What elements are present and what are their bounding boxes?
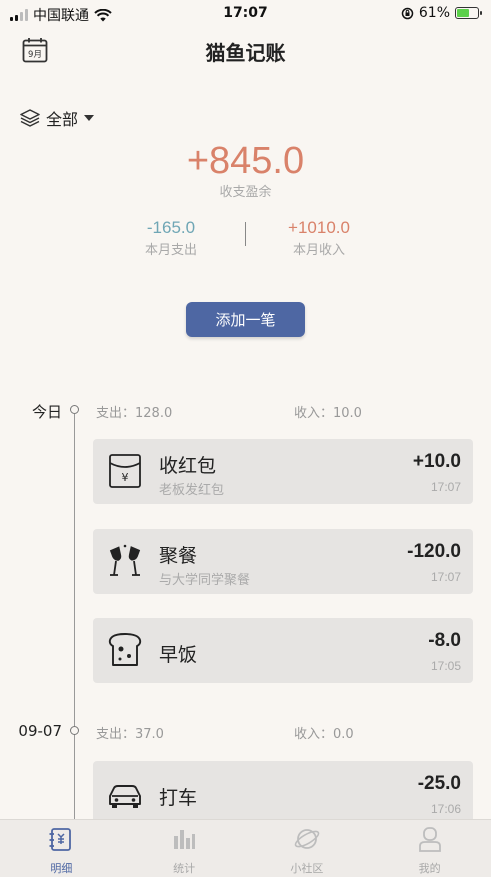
record-title: 早饭 [159,644,198,666]
balance-label: 收支盈余 [219,185,272,200]
tab-stats[interactable]: 统计 [123,820,246,877]
balance-amount: +845.0 [186,140,305,182]
record-item[interactable]: ¥ 收红包 老板发红包 +10.0 17:07 [93,439,473,504]
user-icon [418,827,441,852]
record-note: 老板发红包 [159,483,225,498]
record-item[interactable]: 聚餐 与大学同学聚餐 -120.0 17:07 [93,529,473,594]
orientation-lock-icon [401,7,414,19]
add-record-button[interactable]: 添加一笔 [186,302,305,337]
day-income: 收入：0.0 [294,727,354,742]
battery-icon [455,7,482,19]
planet-icon [294,829,320,849]
day-income: 收入：10.0 [294,406,362,421]
tab-label: 小社区 [290,862,324,875]
day-expense: 支出：37.0 [96,727,164,742]
timeline-dot [70,405,79,414]
record-amount: -120.0 [407,541,461,562]
red-envelope-icon: ¥ [109,454,141,488]
account-filter[interactable]: 全部 [20,106,95,130]
toast-icon [108,633,142,666]
svg-text:¥: ¥ [122,471,129,484]
record-time: 17:06 [430,802,461,816]
record-item[interactable]: 早饭 -8.0 17:05 [93,618,473,683]
record-item[interactable]: 打车 -25.0 17:06 [93,761,473,819]
record-note: 与大学同学聚餐 [159,573,251,588]
month-income: +1010.0 本月收入 [219,218,419,258]
tab-bar: 明细 统计 小社区 我的 [0,819,491,877]
record-time: 17:07 [430,480,461,494]
ledger-icon [49,828,72,851]
tab-profile[interactable]: 我的 [368,820,491,877]
record-title: 聚餐 [159,545,198,567]
tab-label: 明细 [50,862,73,875]
day-date: 09-07 [18,722,62,740]
record-time: 17:07 [430,570,461,584]
tab-label: 统计 [173,862,196,875]
champagne-icon [109,544,141,576]
tab-detail[interactable]: 明细 [0,820,123,877]
record-title: 打车 [159,787,198,809]
filter-label: 全部 [46,110,79,129]
car-icon [109,785,141,808]
record-amount: -8.0 [428,630,461,651]
timeline-dot [70,726,79,735]
month-income-label: 本月收入 [292,243,345,258]
layers-icon [20,109,40,127]
timeline-line [74,414,75,819]
record-amount: -25.0 [417,773,461,794]
day-expense: 支出：128.0 [96,406,173,421]
record-amount: +10.0 [412,451,461,472]
page-title: 猫鱼记账 [205,41,286,65]
battery-label: 61% [418,5,450,21]
tab-label: 我的 [418,862,441,875]
record-title: 收红包 [159,455,217,477]
caret-down-icon [84,115,95,121]
month-income-amount: +1010.0 [288,218,350,237]
record-time: 17:05 [430,659,461,673]
status-bar: 中国联通 17:07 61% [0,0,491,28]
day-date: 今日 [31,403,62,421]
tab-community[interactable]: 小社区 [246,820,369,877]
bar-chart-icon [174,830,196,849]
status-right: 61% [401,5,482,21]
